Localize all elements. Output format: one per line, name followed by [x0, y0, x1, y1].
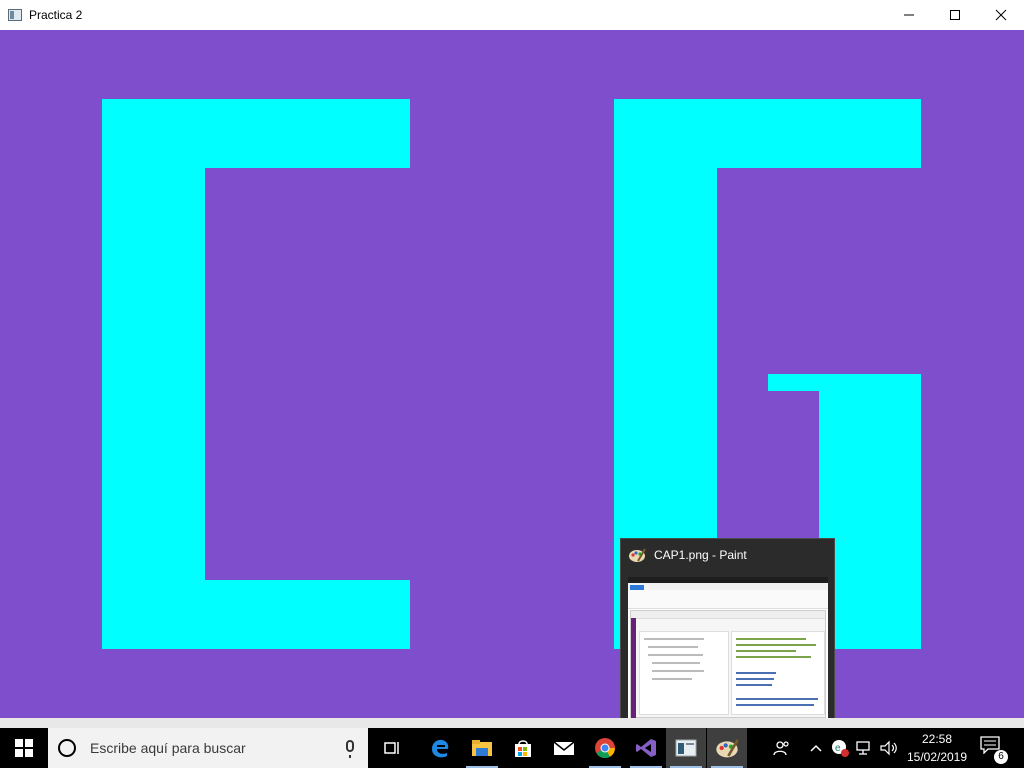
- practica-window-button[interactable]: [666, 728, 706, 768]
- store-icon: [515, 740, 531, 757]
- title-bar[interactable]: Practica 2: [0, 0, 1024, 30]
- task-view-button[interactable]: [372, 728, 412, 768]
- store-button[interactable]: [503, 728, 543, 768]
- microphone-icon[interactable]: [346, 740, 354, 758]
- windows-logo-icon: [15, 739, 33, 757]
- letter-c-bottom-bar: [102, 580, 410, 649]
- mail-button[interactable]: [544, 728, 584, 768]
- volume-icon: [880, 740, 897, 756]
- window-title: Practica 2: [29, 8, 83, 22]
- mail-icon: [553, 741, 575, 755]
- visual-studio-icon: [636, 739, 656, 757]
- chrome-button[interactable]: [585, 728, 625, 768]
- edge-button[interactable]: [420, 728, 460, 768]
- search-placeholder: Escribe aquí para buscar: [90, 740, 246, 756]
- search-box[interactable]: Escribe aquí para buscar: [48, 728, 368, 768]
- paint-thumbnail-preview[interactable]: CAP1.png - Paint: [620, 538, 835, 730]
- security-tray-button[interactable]: e: [830, 728, 850, 768]
- chrome-icon: [595, 738, 616, 759]
- cortana-icon[interactable]: [58, 739, 76, 757]
- paint-palette-icon: [629, 548, 646, 562]
- window-app-icon[interactable]: [8, 9, 22, 21]
- thumbnail-screenshot: [628, 577, 828, 723]
- minimize-button[interactable]: [886, 0, 932, 30]
- system-clock[interactable]: 22:58 15/02/2019: [905, 730, 969, 766]
- security-alert-icon: e: [832, 740, 849, 757]
- letter-c-left-bar: [102, 99, 205, 649]
- task-view-icon: [384, 742, 399, 754]
- show-hidden-icons-button[interactable]: [807, 728, 825, 768]
- notification-badge: 6: [994, 750, 1008, 764]
- chevron-up-icon: [810, 744, 822, 752]
- volume-button[interactable]: [878, 728, 900, 768]
- start-button[interactable]: [0, 728, 48, 768]
- console-window-icon: [675, 739, 697, 757]
- minimize-icon: [904, 14, 914, 16]
- edge-icon: [432, 739, 449, 758]
- thumbnail-title: CAP1.png - Paint: [654, 548, 747, 562]
- close-button[interactable]: [978, 0, 1024, 30]
- letter-g-inner-bar: [768, 374, 921, 391]
- close-icon: [995, 9, 1007, 21]
- visual-studio-button[interactable]: [626, 728, 666, 768]
- paint-button[interactable]: [707, 728, 747, 768]
- taskbar: Escribe aquí para buscar e 22:58 15/02/2…: [0, 718, 1024, 768]
- drawing-canvas[interactable]: [0, 30, 1024, 718]
- svg-text:e: e: [835, 743, 841, 754]
- network-button[interactable]: [855, 728, 875, 768]
- people-button[interactable]: [770, 728, 794, 768]
- network-icon: [856, 741, 870, 755]
- clock-time: 22:58: [921, 732, 953, 746]
- file-explorer-button[interactable]: [462, 728, 502, 768]
- clock-date: 15/02/2019: [906, 750, 968, 764]
- people-icon: [773, 741, 789, 756]
- maximize-icon: [950, 10, 960, 20]
- folder-icon: [472, 740, 492, 756]
- action-center-button[interactable]: 6: [980, 736, 1008, 764]
- maximize-button[interactable]: [932, 0, 978, 30]
- paint-icon: [716, 739, 739, 758]
